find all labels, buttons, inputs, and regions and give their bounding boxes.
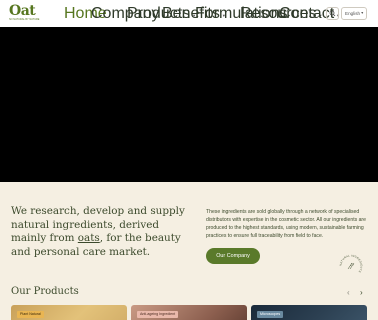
chevron-right-icon[interactable]: › [360,288,363,297]
logo[interactable]: Oat SO NATURAL BY NATURE [9,3,40,22]
product-tag: Anti-ageing Ingredient [137,311,179,318]
intro-body: These ingredients are sold globally thro… [206,209,366,239]
products-title: Our Products [11,286,79,297]
svg-text:NATURAL INGREDIENTS: NATURAL INGREDIENTS [338,253,363,273]
product-card[interactable]: Anti-ageing Ingredient [131,305,247,320]
search-button[interactable] [326,7,339,20]
product-tag: Microscopes [257,311,284,318]
product-card[interactable]: Plant Natural [11,305,127,320]
hero-video[interactable] [0,27,378,182]
oat-plant-icon [347,262,355,270]
product-tag: Plant Natural [17,311,44,318]
chevron-left-icon[interactable]: ‹ [347,288,350,297]
oats-link[interactable]: oats [78,232,100,244]
language-value: English [345,11,361,16]
intro-heading: We research, develop and supply natural … [11,205,191,259]
badge-text: NATURAL INGREDIENTS [338,253,363,273]
search-icon [329,10,336,17]
our-company-button[interactable]: Our Company [206,248,260,264]
language-select[interactable]: English ▼ [341,7,367,20]
site-header: Oat SO NATURAL BY NATURE Home Company ▼ P… [0,0,378,27]
logo-text: Oat [9,3,36,19]
product-card[interactable]: Microscopes [251,305,367,320]
natural-ingredients-badge: NATURAL INGREDIENTS [338,253,363,273]
logo-tagline: SO NATURAL BY NATURE [9,18,40,21]
chevron-down-icon: ▼ [360,11,364,15]
